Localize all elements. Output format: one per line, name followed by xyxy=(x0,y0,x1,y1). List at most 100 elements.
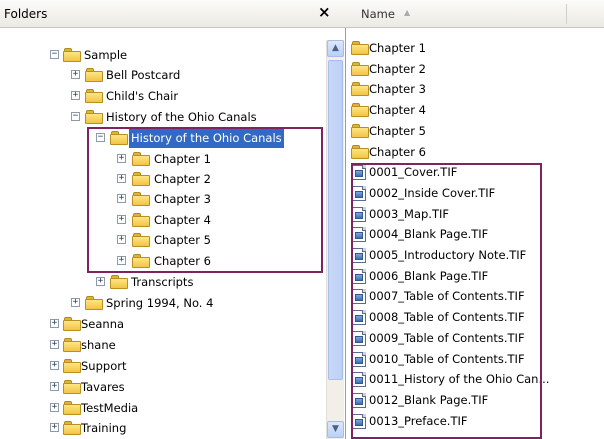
close-icon[interactable]: × xyxy=(318,3,331,21)
tree-item-label: History of the Ohio Canals xyxy=(129,128,284,148)
expand-icon[interactable]: + xyxy=(117,154,126,163)
file-name-label: 0008_Table of Contents.TIF xyxy=(369,310,525,325)
folder-icon xyxy=(351,61,369,76)
expand-icon[interactable]: + xyxy=(50,382,59,391)
tree-item-label: Transcripts xyxy=(131,275,194,289)
file-name-label: 0002_Inside Cover.TIF xyxy=(369,185,496,200)
tree-item[interactable]: − Sample xyxy=(0,45,326,65)
folder-icon xyxy=(63,359,81,373)
tree-item-label: Training xyxy=(81,421,127,435)
sort-ascending-icon: ▲ xyxy=(404,8,411,17)
folders-pane-title: Folders xyxy=(4,7,48,21)
tree-item[interactable]: − History of the Ohio Canals xyxy=(0,128,326,148)
tree-item[interactable]: − History of the Ohio Canals xyxy=(0,107,326,127)
expand-icon[interactable]: + xyxy=(117,215,126,224)
folder-icon xyxy=(110,131,128,145)
folder-icon xyxy=(63,317,81,331)
expand-icon[interactable]: + xyxy=(50,319,59,328)
tree-scrollbar[interactable]: ▲ ▼ xyxy=(326,40,344,439)
tif-image-file-icon xyxy=(352,248,366,263)
expand-icon[interactable]: + xyxy=(117,256,126,265)
collapse-icon[interactable]: − xyxy=(71,112,80,121)
folders-pane-header: Folders × xyxy=(0,0,346,28)
tif-image-file-icon xyxy=(352,268,366,284)
tree-item[interactable]: + Bell Postcard xyxy=(0,65,326,85)
tree-item-label: Chapter 4 xyxy=(154,213,211,227)
file-name-label: Chapter 6 xyxy=(369,144,426,159)
expand-icon[interactable]: + xyxy=(50,340,59,349)
file-name-label: 0006_Blank Page.TIF xyxy=(369,268,489,283)
tree-item[interactable]: + Chapter 4 xyxy=(0,210,326,230)
expand-icon[interactable]: + xyxy=(117,194,126,203)
tree-item[interactable]: + Chapter 6 xyxy=(0,251,326,271)
scroll-down-button[interactable]: ▼ xyxy=(327,421,344,438)
tree-item[interactable]: + Chapter 3 xyxy=(0,189,326,209)
tree-item[interactable]: + Chapter 2 xyxy=(0,169,326,189)
file-list-header: Name ▲ xyxy=(346,0,604,28)
column-header-name[interactable]: Name xyxy=(361,7,395,21)
tree-item-label: Tavares xyxy=(81,380,125,394)
tree-item[interactable]: + shane xyxy=(0,335,326,355)
tif-image-file-icon xyxy=(352,206,366,222)
tree-item[interactable]: + Training xyxy=(0,418,326,438)
tif-image-file-icon xyxy=(352,310,366,326)
folder-icon xyxy=(351,103,369,118)
folder-icon xyxy=(132,254,150,268)
tree-item[interactable]: + Chapter 1 xyxy=(0,149,326,169)
folder-icon xyxy=(85,110,103,124)
file-name-label: 0013_Preface.TIF xyxy=(369,413,468,428)
tree-item[interactable]: + Transcripts xyxy=(0,272,326,292)
tif-image-file-icon xyxy=(352,185,366,201)
tree-item-label: Sample xyxy=(84,48,128,62)
folder-tree: − Sample + Bell Postcard + Child's Chair − Hist… xyxy=(0,29,326,439)
folder-icon xyxy=(351,41,369,55)
scroll-up-button[interactable]: ▲ xyxy=(327,40,344,57)
file-name-label: 0007_Table of Contents.TIF xyxy=(369,289,525,304)
expand-icon[interactable]: + xyxy=(71,70,80,79)
expand-icon[interactable]: + xyxy=(50,361,59,370)
folder-icon xyxy=(132,152,150,166)
file-name-label: 0003_Map.TIF xyxy=(369,206,449,221)
expand-icon[interactable]: + xyxy=(50,403,59,412)
collapse-icon[interactable]: − xyxy=(96,133,105,142)
tree-item[interactable]: + Seanna xyxy=(0,314,326,334)
expand-icon[interactable]: + xyxy=(96,277,105,286)
tree-item-label: Chapter 5 xyxy=(154,233,211,247)
folder-icon xyxy=(63,338,81,352)
tree-item[interactable]: + TestMedia xyxy=(0,398,326,418)
tree-item[interactable]: + Tavares xyxy=(0,377,326,397)
file-name-label: 0010_Table of Contents.TIF xyxy=(369,351,525,366)
expand-icon[interactable]: + xyxy=(117,235,126,244)
file-name-label: 0005_Introductory Note.TIF xyxy=(369,248,527,262)
tree-item-label: Chapter 2 xyxy=(154,172,211,186)
tif-image-file-icon xyxy=(352,351,366,367)
tree-item-label: Bell Postcard xyxy=(106,68,181,82)
column-divider[interactable] xyxy=(566,4,567,24)
tif-image-file-icon xyxy=(352,372,366,388)
tree-item[interactable]: + Spring 1994, No. 4 xyxy=(0,293,326,313)
file-name-label: Chapter 5 xyxy=(369,123,426,138)
tree-item-label: Chapter 1 xyxy=(154,152,211,166)
file-list-pane: Name ▲ Chapter 1 Chapter 2 Chapter 3 Chapte… xyxy=(346,0,604,439)
folder-icon xyxy=(85,68,103,82)
scroll-thumb[interactable] xyxy=(328,60,343,380)
tif-image-file-icon xyxy=(352,227,366,243)
expand-icon[interactable]: + xyxy=(117,174,126,183)
tree-item-label: Chapter 3 xyxy=(154,192,211,206)
folders-pane: Folders × − Sample + Bell Postcard + Child's … xyxy=(0,0,346,439)
tree-item[interactable]: + Chapter 5 xyxy=(0,230,326,250)
folder-icon xyxy=(85,296,103,310)
expand-icon[interactable]: + xyxy=(50,423,59,432)
tree-item[interactable]: + Child's Chair xyxy=(0,86,326,106)
folder-icon xyxy=(63,48,81,62)
tree-item-label: Support xyxy=(81,359,127,373)
tif-image-file-icon xyxy=(352,413,366,429)
folder-icon xyxy=(63,401,81,415)
expand-icon[interactable]: + xyxy=(71,91,80,100)
tree-item[interactable]: + Support xyxy=(0,356,326,376)
expand-icon[interactable]: + xyxy=(71,298,80,307)
tree-item-label: TestMedia xyxy=(81,401,139,415)
file-name-label: 0012_Blank Page.TIF xyxy=(369,392,489,407)
collapse-icon[interactable]: − xyxy=(50,50,59,59)
folder-icon xyxy=(110,275,128,289)
